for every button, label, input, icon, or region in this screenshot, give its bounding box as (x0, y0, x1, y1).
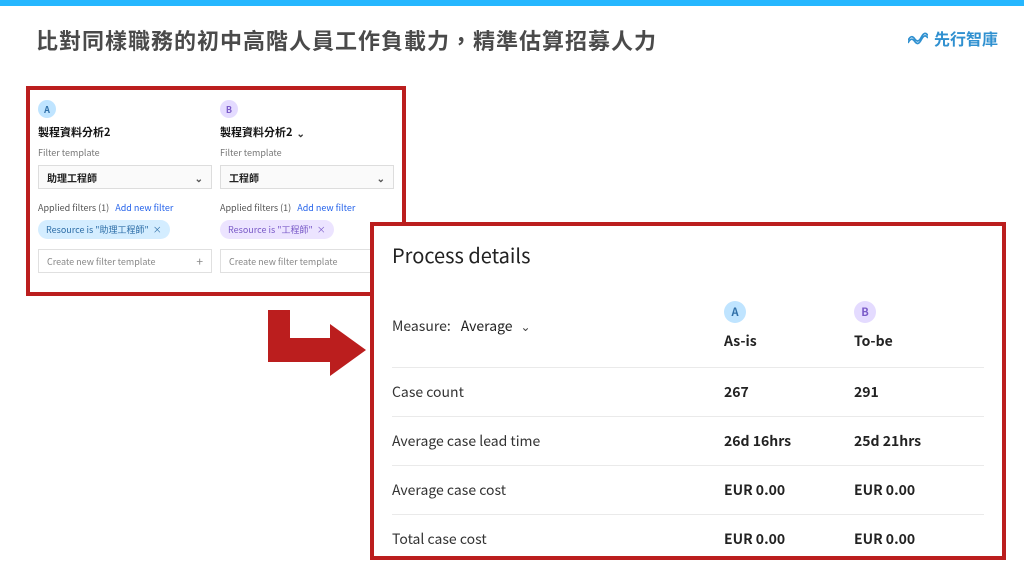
close-icon[interactable]: × (153, 223, 162, 236)
filter-tag-b[interactable]: Resource is "工程師" × (220, 220, 334, 239)
measure-label: Measure: (392, 316, 451, 336)
column-badge-a: A (724, 301, 746, 323)
chevron-down-icon: ⌄ (521, 318, 531, 335)
brand-logo: 先行智庫 (908, 26, 998, 50)
metric-name: Total case cost (392, 529, 724, 549)
filter-column-a: A 製程資料分析2 Filter template 助理工程師 ⌄ Applie… (38, 100, 212, 284)
add-new-filter-link-a[interactable]: Add new filter (115, 201, 173, 214)
measure-select[interactable]: Average ⌄ (461, 316, 531, 336)
filter-template-select-b[interactable]: 工程師 ⌄ (220, 165, 394, 189)
metric-row: Average case lead time 26d 16hrs 25d 21h… (392, 417, 984, 466)
metric-row: Average case cost EUR 0.00 EUR 0.00 (392, 466, 984, 515)
process-details-title: Process details (392, 240, 984, 269)
column-label-a: As-is (724, 331, 757, 351)
arrow-icon (260, 310, 370, 380)
filter-template-label-a: Filter template (38, 146, 212, 159)
filter-badge-b: B (220, 100, 238, 118)
metric-name: Case count (392, 382, 724, 402)
brand-name: 先行智庫 (934, 26, 998, 50)
metric-row: Case count 267 291 (392, 368, 984, 417)
create-template-button-a[interactable]: Create new filter template + (38, 249, 212, 273)
column-header-b: B To-be (854, 301, 984, 351)
create-template-button-b[interactable]: Create new filter template + (220, 249, 394, 273)
metric-row: Total case cost EUR 0.00 EUR 0.00 (392, 515, 984, 563)
metric-value-b: EUR 0.00 (854, 480, 984, 500)
filter-badge-a: A (38, 100, 56, 118)
metric-value-a: EUR 0.00 (724, 480, 854, 500)
close-icon[interactable]: × (317, 223, 326, 236)
chevron-down-icon: ⌄ (195, 170, 203, 185)
metric-name: Average case lead time (392, 431, 724, 451)
page-title: 比對同樣職務的初中高階人員工作負載力，精準估算招募人力 (36, 24, 657, 56)
chevron-down-icon: ⌄ (377, 170, 385, 185)
process-details-panel: Process details Measure: Average ⌄ A As-… (370, 222, 1006, 560)
metric-value-a: 26d 16hrs (724, 431, 854, 451)
applied-filters-label-b: Applied filters (1) (220, 201, 291, 214)
filter-tag-a[interactable]: Resource is "助理工程師" × (38, 220, 170, 239)
chevron-down-icon: ⌄ (297, 125, 305, 140)
applied-filters-label-a: Applied filters (1) (38, 201, 109, 214)
column-badge-b: B (854, 301, 876, 323)
metric-value-a: EUR 0.00 (724, 529, 854, 549)
brand-wave-icon (908, 26, 928, 50)
details-header-row: Measure: Average ⌄ A As-is B To-be (392, 287, 984, 368)
metric-value-a: 267 (724, 382, 854, 402)
process-title-b[interactable]: 製程資料分析2 ⌄ (220, 124, 394, 140)
metric-value-b: EUR 0.00 (854, 529, 984, 549)
column-header-a: A As-is (724, 301, 854, 351)
filter-panel: A 製程資料分析2 Filter template 助理工程師 ⌄ Applie… (26, 86, 406, 296)
process-title-a: 製程資料分析2 (38, 124, 212, 140)
filter-template-select-a[interactable]: 助理工程師 ⌄ (38, 165, 212, 189)
top-accent-bar (0, 0, 1024, 6)
filter-column-b: B 製程資料分析2 ⌄ Filter template 工程師 ⌄ Applie… (220, 100, 394, 284)
column-label-b: To-be (854, 331, 893, 351)
metric-name: Average case cost (392, 480, 724, 500)
filter-template-label-b: Filter template (220, 146, 394, 159)
add-new-filter-link-b[interactable]: Add new filter (297, 201, 355, 214)
plus-icon: + (196, 253, 203, 270)
metric-value-b: 291 (854, 382, 984, 402)
metric-value-b: 25d 21hrs (854, 431, 984, 451)
